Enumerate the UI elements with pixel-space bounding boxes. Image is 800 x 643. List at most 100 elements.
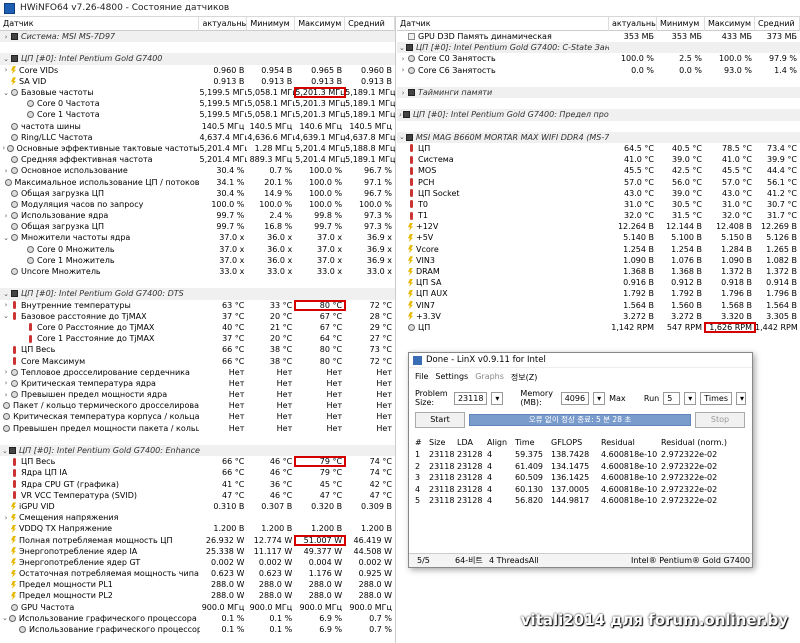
expand-toggle-icon[interactable]: ⌄ <box>399 44 405 52</box>
sensor-row[interactable]: PCH 57.0 °C 56.0 °C 57.0 °C 56.1 °C <box>397 176 800 187</box>
sensor-row[interactable]: Использование графического процессора D3… <box>0 624 395 635</box>
sensor-group[interactable]: › ЦП [#0]: Intel Pentium Gold G7400: Пред… <box>397 109 800 121</box>
sensor-row[interactable]: +5V 5.140 В 5.100 В 5.150 В 5.126 В <box>397 232 800 243</box>
expand-toggle-icon[interactable]: ⌄ <box>2 290 10 298</box>
col-min[interactable]: Минимум <box>657 17 705 31</box>
col-min[interactable]: Минимум <box>247 17 296 31</box>
linx-window[interactable]: Done - LinX v0.9.11 for Intel File Setti… <box>408 352 753 568</box>
sensor-row[interactable]: Модуляция часов по запросу 100.0 % 100.0 %… <box>0 199 395 210</box>
sensor-row[interactable]: ⌄ Множители частоты ядра 37.0 x 36.0 x 37.0 … <box>0 232 395 243</box>
sensor-group[interactable]: ⌄ ЦП [#0]: Intel Pentium Gold G7400: Enha… <box>0 444 395 457</box>
sensor-row[interactable]: Uncore Множитель 33.0 x 33.0 x 33.0 x 33.0 x <box>0 266 395 277</box>
sensor-row[interactable]: Критическая температура корпуса / кольца… <box>0 411 395 422</box>
sensor-row[interactable]: › Тепловое дросселирование сердечника Нет Н… <box>0 367 395 378</box>
sensor-row[interactable]: ЦП 64.5 °C 40.5 °C 78.5 °C 73.4 °C <box>397 143 800 154</box>
start-button[interactable]: Start <box>415 412 465 428</box>
sensor-row[interactable]: iGPU VID 0.310 В 0.307 В 0.320 В 0.309 В <box>0 501 395 512</box>
col-max[interactable]: Максимум <box>295 17 346 31</box>
problem-size-input[interactable]: 23118 <box>453 391 488 405</box>
expand-toggle-icon[interactable]: › <box>399 89 407 97</box>
sensor-row[interactable]: Core 0 Расстояние до TjMAX 40 °C 21 °C 67 °… <box>0 322 395 333</box>
sensor-row[interactable]: VIN7 1.564 В 1.560 В 1.568 В 1.564 В <box>397 300 800 311</box>
sensor-row[interactable]: ЦП Весь 66 °C 38 °C 80 °C 73 °C <box>0 344 395 355</box>
sensor-row[interactable]: Vcore 1.254 В 1.254 В 1.284 В 1.265 В <box>397 244 800 255</box>
expand-toggle-icon[interactable]: › <box>2 379 10 387</box>
sensor-row[interactable]: MOS 45.5 °C 42.5 °C 45.5 °C 44.4 °C <box>397 165 800 176</box>
sensor-row[interactable]: VR VCC Температура (SVID) 47 °C 46 °C 47 °C… <box>0 490 395 501</box>
sensor-row[interactable]: › Основные эффективные тактовые частоты 5,… <box>0 143 395 154</box>
times-select[interactable]: Times <box>700 391 732 405</box>
sensor-row[interactable]: Средняя эффективная частота 5,201.4 МГц 88… <box>0 154 395 165</box>
sensor-row[interactable]: › Core VIDs 0.960 В 0.954 В 0.965 В 0.960 В <box>0 65 395 76</box>
sensor-group[interactable]: › Система: MSI MS-7D97 <box>0 31 395 43</box>
stop-button[interactable]: Stop <box>695 412 745 428</box>
sensor-row[interactable]: ⌄ Использование графического процессора D… <box>0 613 395 624</box>
col-avg[interactable]: Средний <box>755 17 800 31</box>
col-current[interactable]: актуальный <box>609 17 657 31</box>
sensor-row[interactable]: › Использование ядра 99.7 % 2.4 % 99.8 % 97.3… <box>0 210 395 221</box>
sensor-list-left[interactable]: › Система: MSI MS-7D97 ⌄ ЦП [#0]: Intel Pen… <box>0 31 395 635</box>
sensor-row[interactable]: GPU D3D Память динамическая 353 МБ 353 МБ 4… <box>397 31 800 42</box>
sensor-row[interactable]: Система 41.0 °C 39.0 °C 41.0 °C 39.9 °C <box>397 154 800 165</box>
sensor-row[interactable]: › Core C6 Занятость 0.0 % 0.0 % 93.0 % 1.4 % <box>397 65 800 76</box>
sensor-row[interactable]: Превышен предел мощности пакета / кольца… <box>0 423 395 434</box>
expand-toggle-icon[interactable]: ⌄ <box>2 55 10 63</box>
sensor-row[interactable]: ЦП SA 0.916 В 0.912 В 0.918 В 0.914 В <box>397 277 800 288</box>
sensor-list-right[interactable]: GPU D3D Память динамическая 353 МБ 353 МБ 4… <box>397 31 800 333</box>
sensor-row[interactable]: VIN3 1.090 В 1.076 В 1.090 В 1.082 В <box>397 255 800 266</box>
sensor-row[interactable]: GPU Частота 900.0 МГц 900.0 МГц 900.0 МГц 90… <box>0 602 395 613</box>
expand-toggle-icon[interactable]: ⌄ <box>399 133 405 141</box>
menu-graphs[interactable]: Graphs <box>475 372 504 383</box>
sensor-row[interactable]: Ядра ЦП IA 66 °C 46 °C 79 °C 74 °C <box>0 467 395 478</box>
sensor-row[interactable]: Максимальное использование ЦП / потоков 3… <box>0 176 395 187</box>
col-sensor[interactable]: Датчик <box>397 17 609 31</box>
sensor-group[interactable]: ⌄ MSI MAG B660M MORTAR MAX WIFI DDR4 (MS-… <box>397 131 800 143</box>
run-input[interactable]: 5 <box>663 391 681 405</box>
expand-toggle-icon[interactable]: › <box>399 66 407 74</box>
sensor-group[interactable]: ⌄ ЦП [#0]: Intel Pentium Gold G7400: C-St… <box>397 42 800 54</box>
sensor-row[interactable]: › Превышен предел мощности ядра Нет Нет Нет Н… <box>0 389 395 400</box>
sensor-row[interactable]: › Внутренние температуры 63 °C 33 °C 80 °C 72… <box>0 299 395 311</box>
sensor-row[interactable]: Предел мощности PL2 288.0 W 288.0 W 288.0 W… <box>0 590 395 601</box>
sensor-row[interactable]: ЦП Весь 66 °C 46 °C 79 °C 74 °C <box>0 456 395 468</box>
run-dropdown[interactable]: ▾ <box>684 391 697 405</box>
sensor-row[interactable]: › Основное использование 30.4 % 0.7 % 100.0 … <box>0 165 395 176</box>
sensor-row[interactable]: › Смещения напряжения <box>0 512 395 523</box>
expand-toggle-icon[interactable]: › <box>399 55 407 63</box>
expand-toggle-icon[interactable]: ⌄ <box>2 234 10 242</box>
sensor-row[interactable]: ЦП AUX 1.792 В 1.792 В 1.796 В 1.796 В <box>397 288 800 299</box>
sensor-row[interactable]: DRAM 1.368 В 1.368 В 1.372 В 1.372 В <box>397 266 800 277</box>
expand-toggle-icon[interactable]: › <box>2 167 10 175</box>
expand-toggle-icon[interactable]: › <box>2 391 10 399</box>
expand-toggle-icon[interactable]: ⌄ <box>2 89 10 97</box>
sensor-row[interactable]: › Core C0 Занятость 100.0 % 2.5 % 100.0 % 97.… <box>397 53 800 64</box>
sensor-row[interactable]: Core 1 Расстояние до TjMAX 37 °C 20 °C 64 °… <box>0 333 395 344</box>
sensor-row[interactable]: Полная потребляемая мощность ЦП 26.932 W 1… <box>0 534 395 546</box>
sensor-row[interactable]: Core 0 Частота 5,199.5 МГц 5,058.1 МГц 5,20… <box>0 98 395 109</box>
sensor-group[interactable]: ⌄ ЦП [#0]: Intel Pentium Gold G7400: DTS <box>0 288 395 300</box>
sensor-row[interactable]: Core 1 Множитель 37.0 x 36.0 x 37.0 x 36.9 x <box>0 255 395 266</box>
sensor-row[interactable]: T1 32.0 °C 31.5 °C 32.0 °C 31.7 °C <box>397 210 800 221</box>
expand-toggle-icon[interactable]: ⌄ <box>2 447 8 455</box>
sensor-group[interactable]: ⌄ ЦП [#0]: Intel Pentium Gold G7400 <box>0 53 395 65</box>
col-sensor[interactable]: Датчик <box>0 17 200 31</box>
sensor-row[interactable]: ЦП 1,142 RPM 547 RPM 1,626 RPM 1,442 RPM <box>397 321 800 333</box>
sensor-row[interactable]: VDDQ TX Напряжение 1.200 В 1.200 В 1.200 В 1… <box>0 523 395 534</box>
expand-toggle-icon[interactable]: › <box>2 144 6 152</box>
sensor-row[interactable]: Core 1 Частота 5,199.5 МГц 5,058.1 МГц 5,20… <box>0 109 395 120</box>
sensor-row[interactable]: Остаточная потребляемая мощность чипа 0.6… <box>0 568 395 579</box>
sensor-row[interactable]: Core 0 Множитель 37.0 x 36.0 x 37.0 x 36.9 x <box>0 244 395 255</box>
sensor-group[interactable]: › Тайминги памяти <box>397 86 800 99</box>
expand-toggle-icon[interactable]: ⌄ <box>2 614 8 622</box>
sensor-row[interactable]: +12V 12.264 В 12.144 В 12.408 В 12.269 В <box>397 221 800 232</box>
expand-toggle-icon[interactable]: ⌄ <box>2 312 10 320</box>
sensor-row[interactable]: › Критическая температура ядра Нет Нет Нет Не… <box>0 378 395 389</box>
expand-toggle-icon[interactable]: › <box>2 66 10 74</box>
expand-toggle-icon[interactable]: › <box>2 368 10 376</box>
sensor-row[interactable]: SA VID 0.913 В 0.913 В 0.913 В 0.913 В <box>0 76 395 87</box>
menu-settings[interactable]: Settings <box>435 372 468 383</box>
memory-input[interactable]: 4096 <box>560 391 590 405</box>
expand-toggle-icon[interactable]: › <box>2 301 10 309</box>
sensor-row[interactable]: Общая загрузка ЦП 99.7 % 16.8 % 99.7 % 97.3 … <box>0 221 395 232</box>
expand-toggle-icon[interactable]: › <box>2 33 10 41</box>
